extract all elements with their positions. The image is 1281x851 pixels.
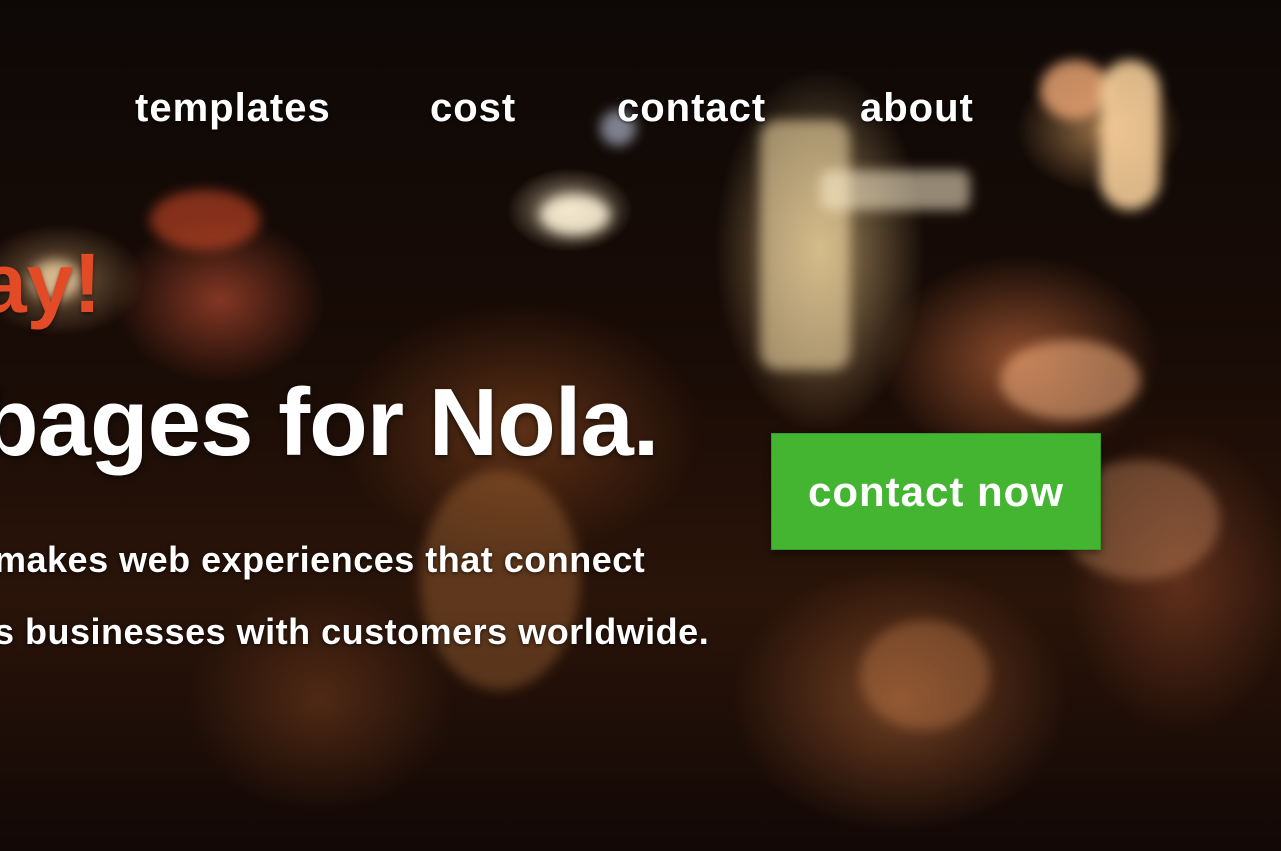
nav-link-templates[interactable]: templates — [135, 84, 331, 132]
nav-link-contact[interactable]: contact — [617, 84, 766, 132]
background-light — [1100, 60, 1160, 210]
hero-tagline-line-1: makes web experiences that connect — [0, 539, 646, 580]
background-light — [1000, 340, 1140, 420]
hero-section: templates cost contact about ay! bages f… — [0, 0, 1281, 851]
main-nav: templates cost contact about — [0, 84, 1281, 134]
hero-heading: bages for Nola. — [0, 369, 659, 476]
hero-accent-heading: ay! — [0, 236, 102, 330]
nav-link-cost[interactable]: cost — [430, 84, 516, 132]
nav-link-about[interactable]: about — [860, 84, 974, 132]
background-light — [150, 190, 260, 250]
background-light — [820, 170, 970, 210]
background-light — [540, 195, 610, 235]
hero-tagline-line-2: s businesses with customers worldwide. — [0, 611, 710, 652]
background-light — [760, 120, 850, 370]
contact-now-button[interactable]: contact now — [771, 433, 1101, 550]
background-light — [860, 620, 990, 730]
